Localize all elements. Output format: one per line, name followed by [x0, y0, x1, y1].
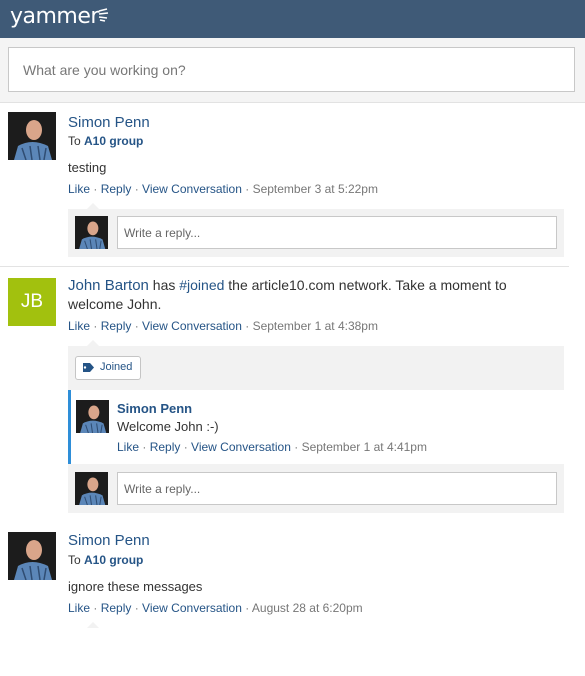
initials-avatar[interactable]: JB	[8, 278, 56, 326]
reply-author[interactable]: Simon Penn	[117, 401, 192, 416]
post-recipient: To A10 group	[68, 134, 143, 148]
activity-text-part: has	[148, 277, 180, 293]
separator: ·	[139, 440, 150, 454]
like-link[interactable]: Like	[68, 319, 90, 333]
post-actions: Like · Reply · View Conversation · Augus…	[68, 601, 363, 615]
avatar[interactable]	[8, 112, 56, 160]
post-timestamp[interactable]: September 1 at 4:38pm	[253, 319, 378, 333]
separator: ·	[90, 182, 101, 196]
yammer-logo[interactable]: yammer	[10, 4, 99, 29]
reply-box: Write a reply...	[68, 209, 564, 257]
post-recipient: To A10 group	[68, 553, 143, 567]
separator: ·	[290, 440, 302, 454]
composer-area: What are you working on?	[0, 38, 585, 103]
view-conversation-link[interactable]: View Conversation	[142, 319, 242, 333]
to-prefix: To	[68, 134, 85, 148]
like-link[interactable]: Like	[117, 440, 139, 454]
separator: ·	[90, 601, 101, 615]
separator: ·	[241, 319, 253, 333]
reply-link[interactable]: Reply	[101, 601, 132, 615]
hashtag-link[interactable]: #joined	[179, 277, 224, 293]
reply-link[interactable]: Reply	[150, 440, 181, 454]
activity-text: John Barton has #joined the article10.co…	[68, 276, 538, 314]
feed-post: Simon Penn To A10 group testing Like · R…	[0, 103, 585, 263]
separator: ·	[180, 440, 192, 454]
feed-post: Simon Penn To A10 group ignore these mes…	[0, 523, 585, 633]
post-body: ignore these messages	[68, 579, 203, 594]
post-timestamp[interactable]: August 28 at 6:20pm	[252, 601, 363, 615]
separator: ·	[131, 601, 143, 615]
publisher-placeholder: What are you working on?	[23, 62, 186, 78]
reply-input[interactable]: Write a reply...	[117, 472, 557, 505]
post-author[interactable]: Simon Penn	[68, 114, 150, 131]
post-body: testing	[68, 160, 107, 175]
view-conversation-link[interactable]: View Conversation	[142, 182, 242, 196]
post-actions: Like · Reply · View Conversation · Septe…	[68, 319, 378, 333]
avatar[interactable]	[8, 532, 56, 580]
tag-label: Joined	[100, 361, 133, 373]
reply-actions: Like · Reply · View Conversation · Septe…	[117, 440, 427, 454]
logo-waves-icon	[98, 8, 109, 22]
reply-placeholder: Write a reply...	[124, 482, 201, 496]
separator: ·	[241, 601, 252, 615]
post-actions: Like · Reply · View Conversation · Septe…	[68, 182, 378, 196]
topic-tag[interactable]: Joined	[75, 356, 142, 380]
avatar	[75, 472, 108, 505]
group-link[interactable]: A10 group	[84, 553, 143, 567]
thread-box: Joined Simon Penn Welcome John :-) Like …	[68, 346, 567, 513]
app-header: yammer	[0, 0, 585, 38]
separator: ·	[90, 319, 101, 333]
to-prefix: To	[68, 553, 85, 567]
reply-link[interactable]: Reply	[101, 319, 132, 333]
tag-icon	[83, 363, 94, 372]
like-link[interactable]: Like	[68, 182, 90, 196]
post-timestamp[interactable]: September 3 at 5:22pm	[253, 182, 378, 196]
post-author[interactable]: John Barton	[68, 277, 149, 294]
reply-input[interactable]: Write a reply...	[117, 216, 557, 249]
separator: ·	[131, 182, 143, 196]
post-author[interactable]: Simon Penn	[68, 532, 150, 549]
reply-timestamp[interactable]: September 1 at 4:41pm	[302, 440, 427, 454]
reply-caret	[87, 622, 99, 628]
like-link[interactable]: Like	[68, 601, 90, 615]
separator: ·	[131, 319, 143, 333]
feed-post: JB John Barton has #joined the article10…	[0, 267, 585, 515]
separator: ·	[241, 182, 253, 196]
avatar[interactable]	[76, 400, 109, 433]
publisher-input[interactable]: What are you working on?	[8, 47, 575, 92]
view-conversation-link[interactable]: View Conversation	[191, 440, 291, 454]
avatar	[75, 216, 108, 249]
reply-link[interactable]: Reply	[101, 182, 132, 196]
view-conversation-link[interactable]: View Conversation	[142, 601, 242, 615]
reply-message: Simon Penn Welcome John :-) Like · Reply…	[68, 390, 567, 464]
reply-body: Welcome John :-)	[117, 419, 219, 434]
reply-placeholder: Write a reply...	[124, 226, 201, 240]
group-link[interactable]: A10 group	[84, 134, 143, 148]
